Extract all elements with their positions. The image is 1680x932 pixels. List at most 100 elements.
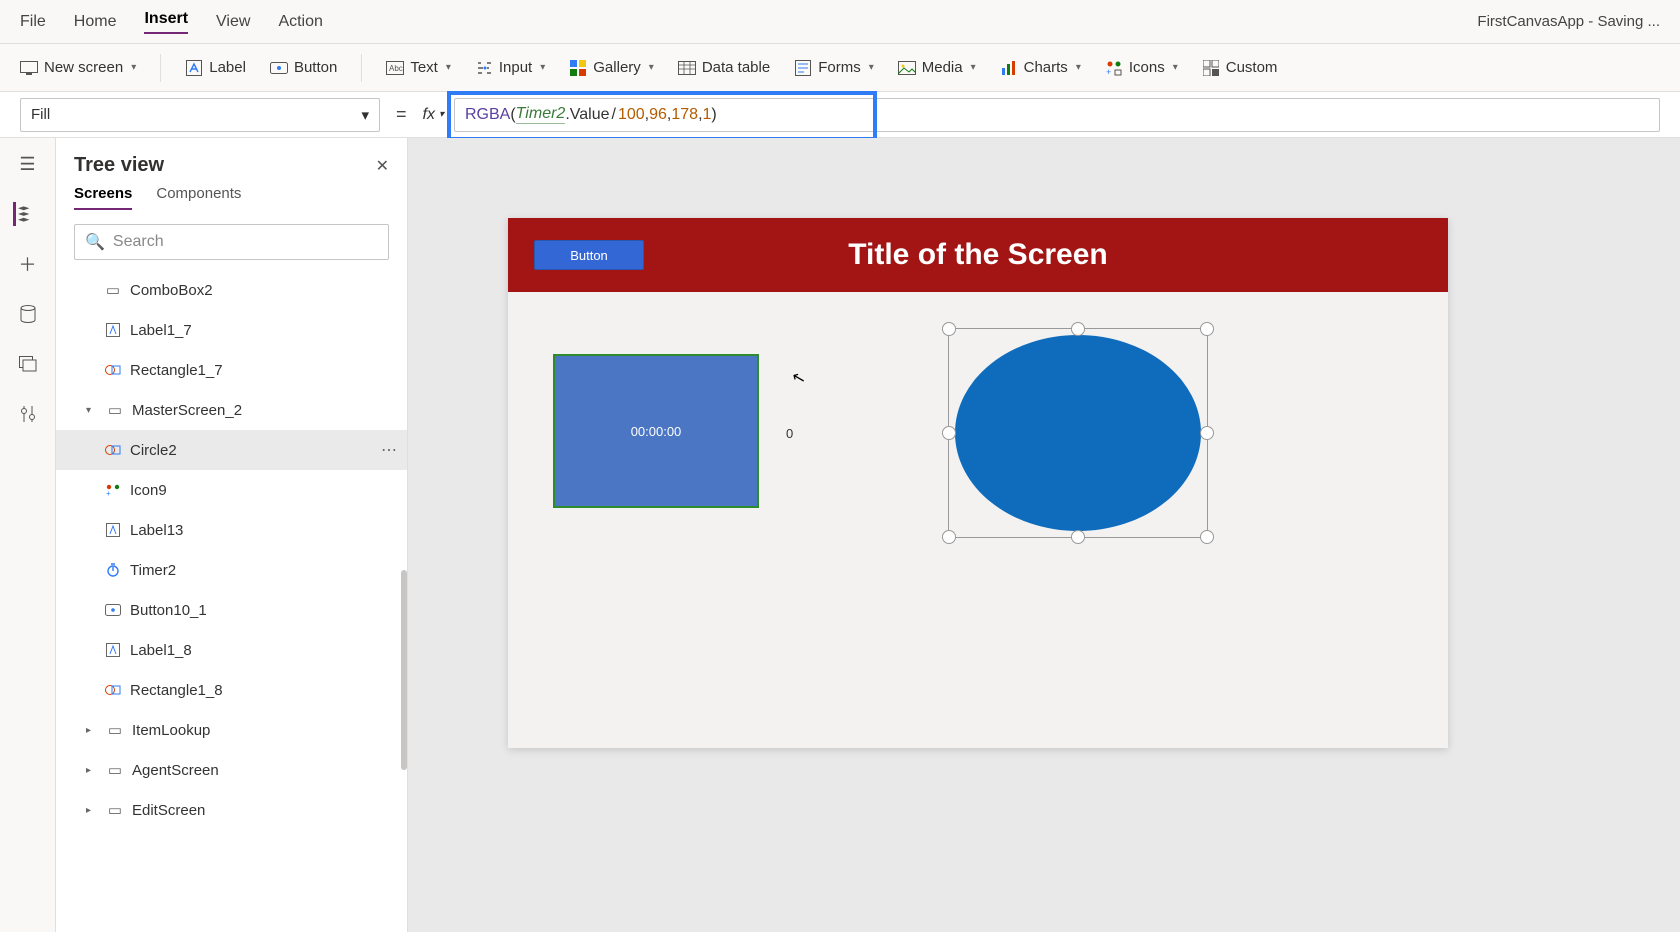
property-select[interactable]: Fill ▾ <box>20 98 380 132</box>
advanced-icon[interactable] <box>16 402 40 426</box>
formula-bar: Fill ▾ = fx ▾ RGBA(Timer2.Value / 100, 9… <box>0 92 1680 138</box>
resize-handle[interactable] <box>942 426 956 440</box>
text-dropdown[interactable]: Abc Text ▾ <box>386 59 451 77</box>
chevron-down-icon: ▾ <box>869 62 874 73</box>
label-icon <box>104 641 122 659</box>
input-dropdown-label: Input <box>499 59 532 76</box>
tree-item-agentscreen[interactable]: ▸▭AgentScreen <box>56 750 407 790</box>
tab-components[interactable]: Components <box>156 185 241 210</box>
tab-screens[interactable]: Screens <box>74 185 132 210</box>
menu-file[interactable]: File <box>20 13 46 31</box>
screen-title: Title of the Screen <box>508 238 1448 272</box>
tree-item-rectangle1-8[interactable]: Rectangle1_8 <box>56 670 407 710</box>
canvas-timer-label[interactable]: 0 <box>786 426 793 441</box>
screen-header: Button Title of the Screen <box>508 218 1448 292</box>
resize-handle[interactable] <box>1071 322 1085 336</box>
tree-item-circle2[interactable]: Circle2⋯ <box>56 430 407 470</box>
datatable-button[interactable]: Data table <box>678 59 770 77</box>
fx-button[interactable]: fx ▾ <box>423 106 444 124</box>
tree-scrollbar[interactable] <box>401 570 407 770</box>
media-dropdown[interactable]: Media ▾ <box>898 59 976 77</box>
label-icon <box>185 59 203 77</box>
tree-item-icon9[interactable]: +Icon9 <box>56 470 407 510</box>
tree-item-label1-8[interactable]: Label1_8 <box>56 630 407 670</box>
canvas-circle2[interactable] <box>955 335 1201 531</box>
label-button[interactable]: Label <box>185 59 246 77</box>
canvas-button-control[interactable]: Button <box>534 240 644 270</box>
resize-handle[interactable] <box>1200 530 1214 544</box>
tree-search-placeholder: Search <box>113 233 164 251</box>
custom-dropdown[interactable]: Custom <box>1202 59 1278 77</box>
input-dropdown[interactable]: Input ▾ <box>475 59 545 77</box>
hamburger-icon[interactable]: ☰ <box>16 152 40 176</box>
more-icon[interactable]: ⋯ <box>381 440 397 460</box>
chevron-down-icon: ▾ <box>1173 62 1178 73</box>
icons-dropdown[interactable]: + Icons ▾ <box>1105 59 1178 77</box>
button-icon <box>104 601 122 619</box>
close-icon[interactable]: ✕ <box>376 156 389 176</box>
menu-insert[interactable]: Insert <box>144 10 188 34</box>
app-status: FirstCanvasApp - Saving ... <box>1477 13 1660 30</box>
menu-home[interactable]: Home <box>74 13 117 31</box>
chevron-down-icon: ▾ <box>361 106 369 124</box>
tree-item-itemlookup[interactable]: ▸▭ItemLookup <box>56 710 407 750</box>
forms-dropdown-label: Forms <box>818 59 861 76</box>
insert-icon[interactable]: ＋ <box>16 252 40 276</box>
custom-dropdown-label: Custom <box>1226 59 1278 76</box>
forms-dropdown[interactable]: Forms ▾ <box>794 59 874 77</box>
chevron-right-icon[interactable]: ▸ <box>86 765 98 776</box>
new-screen-label: New screen <box>44 59 123 76</box>
chevron-right-icon[interactable]: ▸ <box>86 725 98 736</box>
chevron-down-icon[interactable]: ▾ <box>86 405 98 416</box>
timer-icon <box>104 561 122 579</box>
icons-icon: + <box>1105 59 1123 77</box>
input-icon <box>475 59 493 77</box>
chevron-down-icon: ▾ <box>1076 62 1081 73</box>
button-button[interactable]: Button <box>270 59 337 77</box>
tree-item-button10-1[interactable]: Button10_1 <box>56 590 407 630</box>
chevron-down-icon: ▾ <box>540 62 545 73</box>
shape-icon <box>104 361 122 379</box>
forms-icon <box>794 59 812 77</box>
menu-action[interactable]: Action <box>278 13 322 31</box>
tree-item-timer2[interactable]: Timer2 <box>56 550 407 590</box>
media-icon <box>898 59 916 77</box>
ribbon-toolbar: New screen ▾ Label Button Abc Text ▾ Inp… <box>0 44 1680 92</box>
resize-handle[interactable] <box>942 322 956 336</box>
tree-item-masterscreen-2[interactable]: ▾▭MasterScreen_2 <box>56 390 407 430</box>
tree-view-icon[interactable] <box>13 202 37 226</box>
screen-icon: ▭ <box>106 761 124 779</box>
canvas-area[interactable]: Button Title of the Screen 00:00:00 0 <box>408 138 1680 932</box>
tree-search-input[interactable]: 🔍 Search <box>74 224 389 260</box>
chevron-right-icon[interactable]: ▸ <box>86 805 98 816</box>
text-dropdown-label: Text <box>410 59 438 76</box>
screen-icon <box>20 59 38 77</box>
cursor-icon: ↖ <box>790 367 808 390</box>
shape-icon <box>104 681 122 699</box>
resize-handle[interactable] <box>1071 530 1085 544</box>
tree-item-label13[interactable]: Label13 <box>56 510 407 550</box>
menu-view[interactable]: View <box>216 13 250 31</box>
new-screen-button[interactable]: New screen ▾ <box>20 59 136 77</box>
artboard[interactable]: Button Title of the Screen 00:00:00 0 <box>508 218 1448 748</box>
resize-handle[interactable] <box>942 530 956 544</box>
tree-item-rectangle1-7[interactable]: Rectangle1_7 <box>56 350 407 390</box>
media-rail-icon[interactable] <box>16 352 40 376</box>
resize-handle[interactable] <box>1200 322 1214 336</box>
charts-dropdown-label: Charts <box>1024 59 1068 76</box>
tree-item-editscreen[interactable]: ▸▭EditScreen <box>56 790 407 830</box>
svg-text:+: + <box>1106 67 1111 76</box>
gallery-icon <box>569 59 587 77</box>
chevron-down-icon: ▾ <box>446 62 451 73</box>
text-icon: Abc <box>386 59 404 77</box>
tree-item-combobox2[interactable]: ▭ComboBox2 <box>56 270 407 310</box>
data-icon[interactable] <box>16 302 40 326</box>
gallery-dropdown[interactable]: Gallery ▾ <box>569 59 654 77</box>
tree-item-label1-7[interactable]: Label1_7 <box>56 310 407 350</box>
selection-box[interactable] <box>948 328 1208 538</box>
formula-input[interactable]: RGBA(Timer2.Value / 100, 96, 178, 1) <box>454 98 1660 132</box>
resize-handle[interactable] <box>1200 426 1214 440</box>
label-button-label: Label <box>209 59 246 76</box>
canvas-timer-control[interactable]: 00:00:00 <box>553 354 759 508</box>
charts-dropdown[interactable]: Charts ▾ <box>1000 59 1081 77</box>
